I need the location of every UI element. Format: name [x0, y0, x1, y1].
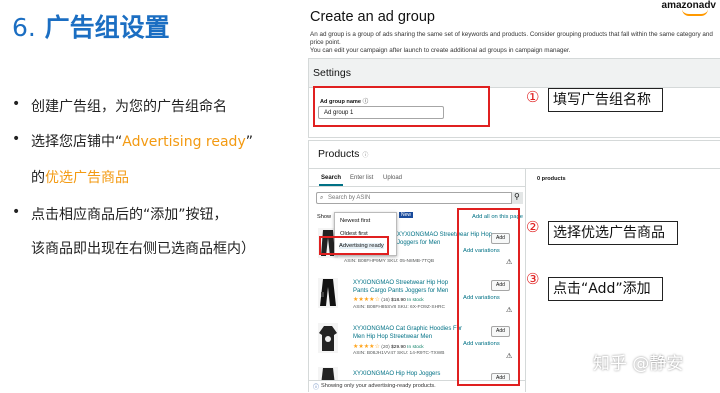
sort-option-newest[interactable]: Newest first [340, 218, 370, 224]
search-icon: ⌕ [320, 194, 324, 201]
callout-3-number: ③ [526, 270, 540, 288]
bullet-2: • 选择您店铺中“Advertising ready” [12, 131, 253, 150]
products-title-text: Products [318, 148, 360, 160]
tab-upload[interactable]: Upload [383, 175, 402, 181]
bullet-text: 点击相应商品后的“添加”按钮， [31, 207, 228, 223]
product-price: $18.90 [391, 298, 406, 303]
bullet-highlight: 优选广告商品 [45, 170, 129, 186]
footer-note: Showing only your advertising-ready prod… [321, 383, 436, 389]
cargo-pants-icon [320, 279, 336, 306]
product-meta: ASIN: B08JH1VV47 SKU: 14-R9TC-TXWB [353, 351, 445, 356]
page-description: An ad group is a group of ads sharing th… [310, 31, 720, 55]
bullet-highlight: Advertising ready [122, 134, 246, 150]
callout-2-number: ② [526, 218, 540, 236]
product-meta: ASIN: B08FHP9MY SKU: 05-N8MB-7TQB [344, 259, 435, 264]
annotation-box-name [313, 86, 490, 127]
search-button[interactable]: ⚲ [511, 192, 523, 204]
product-image [318, 323, 338, 353]
selected-products-count: 0 products [537, 176, 566, 182]
settings-header [308, 58, 720, 88]
bullet-text: 创建广告组，为您的广告组命名 [31, 99, 227, 115]
search-placeholder: Search by ASIN [328, 195, 371, 201]
product-rating-row: ★★★★☆ (16) $18.90 In stock [353, 296, 424, 303]
new-badge: New [399, 212, 414, 218]
tabs-divider [309, 186, 526, 187]
description-line: An ad group is a group of ads sharing th… [310, 31, 713, 46]
slide-title-text: 广告组设置 [44, 13, 170, 42]
product-price: $29.90 [391, 345, 406, 350]
product-title[interactable]: Pants Cargo Pants Joggers for Men [353, 287, 448, 295]
product-title[interactable]: XYXIONGMAO Cat Graphic Hoodies For [353, 325, 462, 333]
info-icon: ⓘ [362, 153, 369, 159]
magnifier-icon: ⚲ [514, 192, 520, 201]
hoodie-icon [319, 326, 337, 351]
annotation-box-add-column [457, 208, 520, 386]
callout-1-number: ① [526, 88, 540, 106]
bullet-text: 选择您店铺中“ [31, 134, 123, 150]
bullet-text: 该商品即出现在右侧已选商品框内） [31, 241, 255, 257]
bullet-text: ” [245, 134, 253, 150]
callout-3: 点击“Add”添加 [548, 277, 663, 301]
product-title[interactable]: XYXIONGMAO Hip Hop Joggers [353, 370, 440, 378]
tab-search[interactable]: Search [321, 175, 341, 181]
bullet-2-cont: 的优选广告商品 [31, 167, 129, 187]
slide-number: 6. [12, 13, 36, 42]
sort-label: Show [317, 214, 331, 220]
annotation-box-sort [319, 236, 389, 255]
bullet-3-cont: 该商品即出现在右侧已选商品框内） [31, 238, 255, 258]
callout-2: 选择优选广告商品 [548, 221, 678, 245]
search-input[interactable]: Search by ASIN ⌕ [316, 192, 523, 204]
callout-1: 填写广告组名称 [548, 88, 663, 112]
bullet-1: • 创建广告组，为您的广告组命名 [12, 96, 227, 115]
product-title[interactable]: Joggers for Men [397, 239, 440, 247]
star-rating-icon: ★★★★☆ [353, 297, 380, 303]
rating-count: (20) [381, 345, 390, 350]
product-title[interactable]: Men Hip Hop Streetwear Men [353, 333, 432, 341]
product-title[interactable]: XYXIONGMAO Streetwear Hip Hop [353, 279, 448, 287]
bullet-3: • 点击相应商品后的“添加”按钮， [12, 204, 228, 223]
stock-status: In stock [407, 345, 424, 350]
product-meta: ASIN: B08FH85SV8 SKU: 6X-FO9Z-SHRC [353, 305, 445, 310]
info-circle-icon: ⓘ [313, 384, 320, 391]
product-rating-row: ★★★★☆ (20) $29.90 In stock [353, 343, 424, 350]
stock-status: In stock [407, 298, 424, 303]
products-title: Products ⓘ [318, 148, 368, 160]
rating-count: (16) [381, 298, 390, 303]
settings-title: Settings [313, 67, 351, 79]
zhihu-watermark: 知乎 @静安 [593, 354, 684, 374]
star-rating-icon: ★★★★☆ [353, 344, 380, 350]
description-line: You can edit your campaign after launch … [310, 47, 571, 54]
product-image [318, 278, 338, 308]
page-title: Create an ad group [310, 9, 435, 25]
products-divider [309, 168, 720, 169]
tab-enter-list[interactable]: Enter list [350, 175, 373, 181]
bullet-text: 的 [31, 170, 45, 186]
amazon-smile-icon [682, 9, 708, 16]
slide-title: 6. 广告组设置 [12, 8, 170, 44]
